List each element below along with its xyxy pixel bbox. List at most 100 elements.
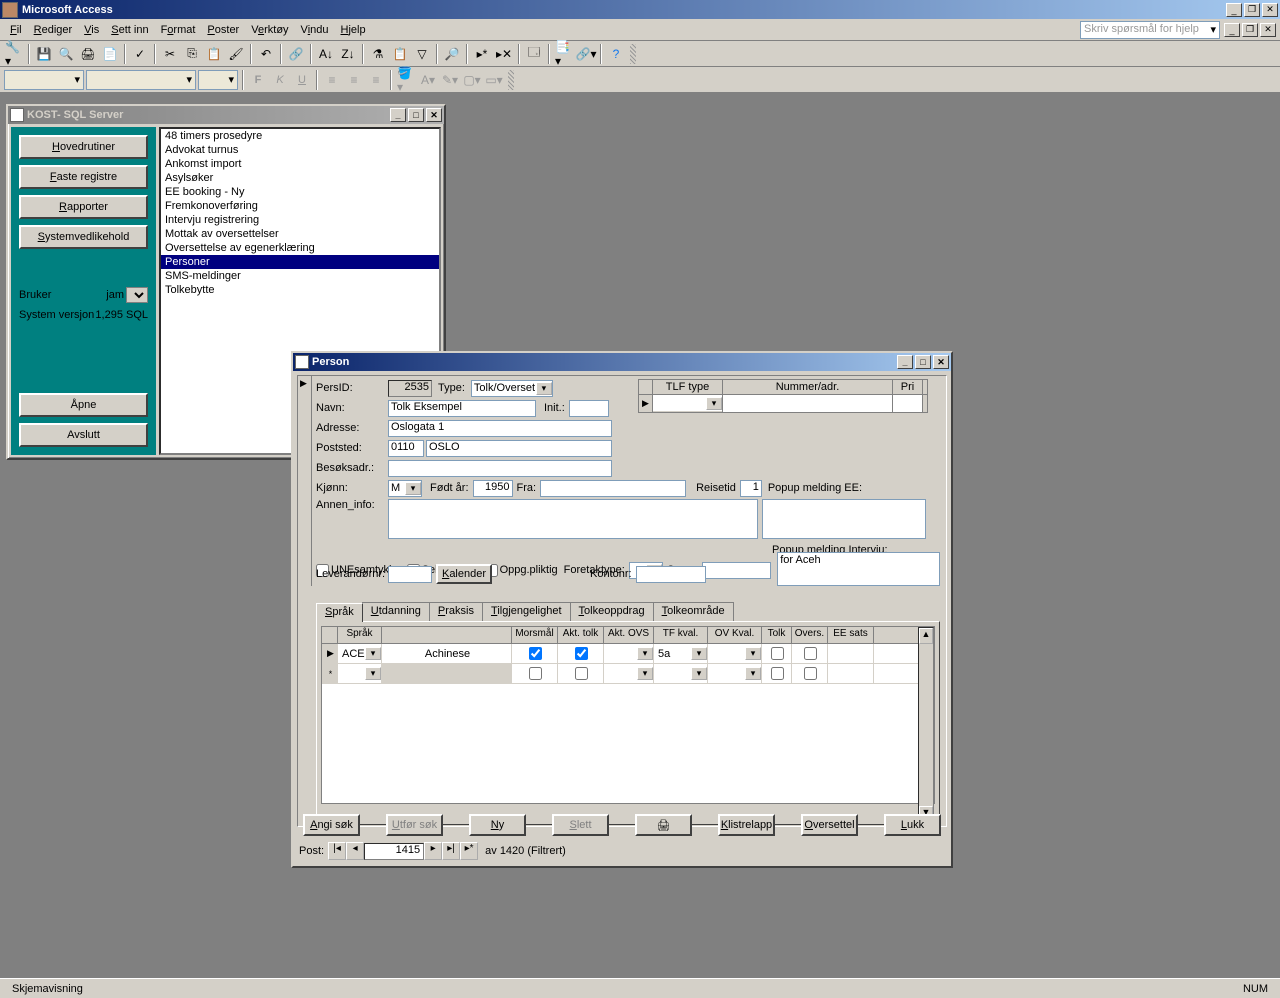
minimize-button[interactable]: _: [1226, 3, 1242, 17]
new-record-icon[interactable]: ▸*: [472, 44, 492, 64]
kost-list-item[interactable]: 48 timers prosedyre: [161, 129, 439, 143]
filter-apply-icon[interactable]: ▽: [412, 44, 432, 64]
font-combo[interactable]: [86, 70, 196, 90]
sprak-code-combo[interactable]: ACE: [338, 644, 382, 663]
recnav-prev-button[interactable]: ◂: [346, 842, 364, 860]
paste-icon[interactable]: 📋: [204, 44, 224, 64]
poststed-field[interactable]: OSLO: [426, 440, 612, 457]
overs-check[interactable]: [792, 664, 828, 683]
view-dropdown-icon[interactable]: 🔧▾: [4, 44, 24, 64]
kalender-button[interactable]: Kalender: [436, 564, 492, 584]
mdi-minimize-button[interactable]: _: [1224, 23, 1240, 37]
reisetid-field[interactable]: 1: [740, 480, 762, 497]
adresse-field[interactable]: Oslogata 1: [388, 420, 612, 437]
tolk-check[interactable]: [762, 664, 792, 683]
kost-list-item[interactable]: Intervju registrering: [161, 213, 439, 227]
kontonr-field[interactable]: [636, 566, 706, 583]
restore-button[interactable]: ❐: [1244, 3, 1260, 17]
kost-list-item[interactable]: SMS-meldinger: [161, 269, 439, 283]
tfkval-combo[interactable]: [654, 664, 708, 683]
filter-form-icon[interactable]: 📋: [390, 44, 410, 64]
rapporter-button[interactable]: Rapporter: [19, 195, 148, 219]
faste-registre-button[interactable]: Faste registre: [19, 165, 148, 189]
postnr-field[interactable]: 0110: [388, 440, 424, 457]
align-right-icon[interactable]: ≡: [366, 70, 386, 90]
hovedrutiner-button[interactable]: Hovedrutiner: [19, 135, 148, 159]
line-color-icon[interactable]: ✎▾: [440, 70, 460, 90]
menu-vis[interactable]: Vis: [78, 22, 105, 38]
align-center-icon[interactable]: ≡: [344, 70, 364, 90]
akttolk-check[interactable]: [558, 664, 604, 683]
type-combo[interactable]: Tolk/Overset: [471, 380, 553, 397]
morsmal-check[interactable]: [512, 664, 558, 683]
angi-sok-button[interactable]: Angi søk: [303, 814, 360, 836]
fodtar-field[interactable]: 1950: [473, 480, 513, 497]
grid-scrollbar[interactable]: ▲ ▼: [918, 627, 934, 823]
menu-hjelp[interactable]: Hjelp: [335, 22, 372, 38]
tab-tolkeoppdrag[interactable]: Tolkeoppdrag: [570, 602, 654, 621]
tab-tilgjengelighet[interactable]: Tilgjengelighet: [482, 602, 571, 621]
kost-list-item[interactable]: Tolkebytte: [161, 283, 439, 297]
help-icon[interactable]: ?: [606, 44, 626, 64]
eesats-field[interactable]: [828, 664, 874, 683]
eesats-field[interactable]: [828, 644, 874, 663]
orgnr-field[interactable]: [702, 562, 772, 579]
kost-list-item[interactable]: Advokat turnus: [161, 143, 439, 157]
recnav-first-button[interactable]: |◂: [328, 842, 346, 860]
popup-intervju-field[interactable]: for Aceh: [777, 552, 940, 586]
format-painter-icon[interactable]: 🖌: [226, 44, 246, 64]
kost-maximize-button[interactable]: □: [408, 108, 424, 122]
menu-rediger[interactable]: Rediger: [28, 22, 79, 38]
kost-list-item[interactable]: Asylsøker: [161, 171, 439, 185]
tab-språk[interactable]: Språk: [316, 603, 363, 622]
kjonn-combo[interactable]: M: [388, 480, 422, 497]
avslutt-button[interactable]: Avslutt: [19, 423, 148, 447]
person-minimize-button[interactable]: _: [897, 355, 913, 369]
menu-poster[interactable]: Poster: [201, 22, 245, 38]
special-effect-icon[interactable]: ▭▾: [484, 70, 504, 90]
recnav-current[interactable]: 1415: [364, 843, 424, 860]
menu-verktoy[interactable]: Verktøy: [245, 22, 294, 38]
overs-check[interactable]: [792, 644, 828, 663]
delete-record-icon[interactable]: ▸✕: [494, 44, 514, 64]
lukk-button[interactable]: Lukk: [884, 814, 941, 836]
person-maximize-button[interactable]: □: [915, 355, 931, 369]
menu-format[interactable]: Format: [155, 22, 202, 38]
save-icon[interactable]: 💾: [34, 44, 54, 64]
cut-icon[interactable]: ✂: [160, 44, 180, 64]
underline-icon[interactable]: U: [292, 70, 312, 90]
sort-asc-icon[interactable]: A↓: [316, 44, 336, 64]
print-button[interactable]: 🖨: [635, 814, 692, 836]
kost-close-button[interactable]: ✕: [426, 108, 442, 122]
kost-list-item[interactable]: Oversettelse av egenerklæring: [161, 241, 439, 255]
morsmal-check[interactable]: [512, 644, 558, 663]
tab-utdanning[interactable]: Utdanning: [362, 602, 430, 621]
tab-tolkeområde[interactable]: Tolkeområde: [653, 602, 734, 621]
anneninfo-field[interactable]: [388, 499, 758, 539]
person-close-button[interactable]: ✕: [933, 355, 949, 369]
new-object-icon[interactable]: 📑▾: [554, 44, 574, 64]
bold-icon[interactable]: F: [248, 70, 268, 90]
link-icon[interactable]: 🔗: [286, 44, 306, 64]
ny-button[interactable]: Ny: [469, 814, 526, 836]
tab-praksis[interactable]: Praksis: [429, 602, 483, 621]
tlf-pri-field[interactable]: [893, 395, 923, 412]
sort-desc-icon[interactable]: Z↓: [338, 44, 358, 64]
office-links-icon[interactable]: 🔗▾: [576, 44, 596, 64]
sprak-name-field[interactable]: [382, 664, 512, 683]
search-file-icon[interactable]: 🔍: [56, 44, 76, 64]
db-window-icon[interactable]: 🗔: [524, 44, 544, 64]
mdi-close-button[interactable]: ✕: [1260, 23, 1276, 37]
find-icon[interactable]: 🔎: [442, 44, 462, 64]
init-field[interactable]: [569, 400, 609, 417]
italic-icon[interactable]: K: [270, 70, 290, 90]
leverandornr-field[interactable]: [388, 566, 432, 583]
sprak-name-field[interactable]: Achinese: [382, 644, 512, 663]
kost-titlebar[interactable]: KOST- SQL Server _ □ ✕: [8, 106, 444, 124]
recnav-last-button[interactable]: ▸|: [442, 842, 460, 860]
bruker-combo[interactable]: [126, 287, 148, 303]
menu-fil[interactable]: Fil: [4, 22, 28, 38]
toolbar-grip[interactable]: [630, 44, 636, 64]
kost-minimize-button[interactable]: _: [390, 108, 406, 122]
align-left-icon[interactable]: ≡: [322, 70, 342, 90]
